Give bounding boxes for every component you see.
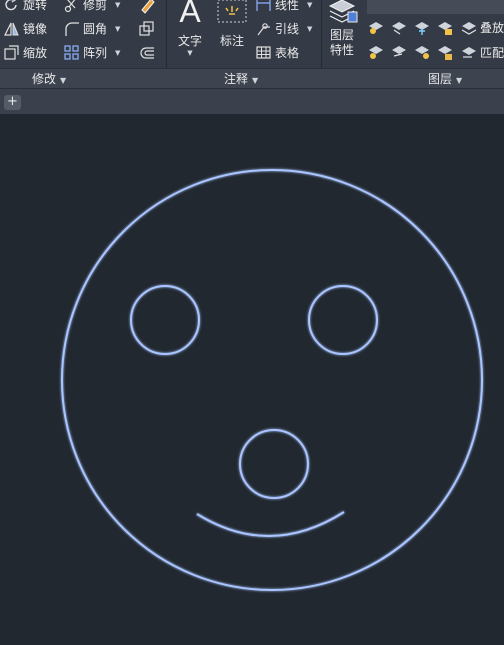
file-tab-strip: + bbox=[0, 88, 504, 115]
annotation-title-label: 注释 bbox=[224, 72, 249, 86]
annotation-panel-title[interactable]: 注释 ▼ bbox=[224, 70, 258, 87]
modify-title-caret-icon: ▼ bbox=[60, 76, 67, 85]
scale-button[interactable]: 缩放 bbox=[3, 44, 47, 61]
face-outline-circle[interactable] bbox=[61, 169, 483, 591]
leader-dropdown-icon[interactable]: ▼ bbox=[307, 25, 312, 33]
fillet-button[interactable]: 圆角 ▼ bbox=[63, 20, 120, 37]
fillet-label: 圆角 bbox=[83, 22, 108, 36]
array-button[interactable]: 阵列 ▼ bbox=[63, 44, 120, 61]
annotation-title-caret-icon: ▼ bbox=[252, 76, 259, 85]
linear-dropdown-icon[interactable]: ▼ bbox=[307, 1, 312, 9]
mouth-arc[interactable] bbox=[196, 511, 345, 537]
modify-panel-title[interactable]: 修改 ▼ bbox=[32, 70, 66, 87]
array-icon bbox=[63, 44, 80, 61]
right-eye-circle[interactable] bbox=[308, 285, 378, 355]
layer-freeze-icon[interactable] bbox=[413, 18, 431, 36]
trim-button[interactable]: 修剪 ▼ bbox=[63, 0, 120, 13]
copy-icon[interactable] bbox=[138, 20, 156, 38]
dimension-button[interactable]: 标注 bbox=[215, 0, 249, 49]
layer-properties-label-2: 特性 bbox=[329, 43, 354, 57]
scale-icon bbox=[3, 44, 20, 61]
scissors-icon bbox=[63, 0, 80, 13]
mirror-button[interactable]: 镜像 bbox=[3, 20, 47, 37]
layers-title-caret-icon: ▼ bbox=[456, 76, 463, 85]
stack-button[interactable]: 叠放 bbox=[460, 19, 504, 36]
mirror-icon bbox=[3, 20, 20, 37]
scale-label: 缩放 bbox=[23, 46, 48, 60]
layer-lock-icon[interactable] bbox=[436, 18, 454, 36]
fillet-dropdown-icon[interactable]: ▼ bbox=[115, 25, 120, 33]
layer-properties-icon bbox=[324, 0, 360, 28]
rotate-button[interactable]: 旋转 bbox=[3, 0, 47, 13]
linear-label: 线性 bbox=[275, 0, 300, 12]
fillet-icon bbox=[63, 20, 80, 37]
drawing-svg bbox=[61, 169, 483, 591]
match-label: 匹配 bbox=[480, 46, 504, 60]
text-a-icon: A bbox=[179, 0, 201, 29]
layers-title-label: 图层 bbox=[428, 72, 453, 86]
match-button[interactable]: 匹配 bbox=[460, 44, 504, 61]
layers-panel-title[interactable]: 图层 ▼ bbox=[428, 70, 462, 87]
dimension-label: 标注 bbox=[219, 34, 244, 48]
leader-button[interactable]: 引线 ▼ bbox=[255, 20, 312, 37]
leader-icon bbox=[255, 20, 272, 37]
layer-unisolate-icon[interactable] bbox=[390, 43, 408, 61]
text-dropdown-icon[interactable]: ▼ bbox=[172, 49, 208, 57]
layers-panel: 图层 特性 叠放 匹配 bbox=[322, 0, 504, 68]
dimension-icon bbox=[215, 0, 249, 28]
match-layer-icon bbox=[460, 44, 477, 61]
offset-icon[interactable] bbox=[138, 44, 156, 62]
array-label: 阵列 bbox=[83, 46, 108, 60]
stack-layers-icon bbox=[460, 19, 477, 36]
new-tab-button[interactable]: + bbox=[4, 95, 21, 110]
drawing-canvas[interactable] bbox=[0, 114, 504, 645]
trim-label: 修剪 bbox=[83, 0, 108, 12]
layer-thaw-icon[interactable] bbox=[413, 43, 431, 61]
text-label: 文字 bbox=[177, 34, 202, 48]
leader-label: 引线 bbox=[275, 22, 300, 36]
trim-dropdown-icon[interactable]: ▼ bbox=[115, 1, 120, 9]
table-button[interactable]: 表格 bbox=[255, 44, 299, 61]
array-dropdown-icon[interactable]: ▼ bbox=[115, 49, 120, 57]
layer-properties-label-1: 图层 bbox=[329, 28, 354, 42]
rotate-icon bbox=[3, 0, 20, 13]
rotate-label: 旋转 bbox=[23, 0, 48, 12]
left-eye-circle[interactable] bbox=[130, 285, 200, 355]
table-icon bbox=[255, 44, 272, 61]
stack-label: 叠放 bbox=[480, 21, 504, 35]
layer-isolate-icon[interactable] bbox=[390, 18, 408, 36]
ribbon: 旋转 镜像 缩放 修剪 ▼ 圆角 ▼ 阵列 ▼ A 文字 ▼ 标注 线性 ▼ 引… bbox=[0, 0, 504, 88]
layer-on-icon[interactable] bbox=[367, 43, 385, 61]
table-label: 表格 bbox=[275, 46, 300, 60]
modify-title-label: 修改 bbox=[32, 72, 57, 86]
linear-button[interactable]: 线性 ▼ bbox=[255, 0, 312, 13]
linear-dimension-icon bbox=[255, 0, 272, 13]
annotation-panel: A 文字 ▼ 标注 线性 ▼ 引线 ▼ 表格 bbox=[167, 0, 320, 68]
text-button[interactable]: A 文字 ▼ bbox=[172, 0, 208, 57]
erase-icon[interactable] bbox=[138, 0, 156, 14]
mirror-label: 镜像 bbox=[23, 22, 48, 36]
layer-unlock-icon[interactable] bbox=[436, 43, 454, 61]
modify-panel: 旋转 镜像 缩放 修剪 ▼ 圆角 ▼ 阵列 ▼ bbox=[0, 0, 165, 68]
layer-off-icon[interactable] bbox=[367, 18, 385, 36]
layer-properties-button[interactable]: 图层 特性 bbox=[324, 0, 360, 58]
nose-circle[interactable] bbox=[239, 429, 309, 499]
